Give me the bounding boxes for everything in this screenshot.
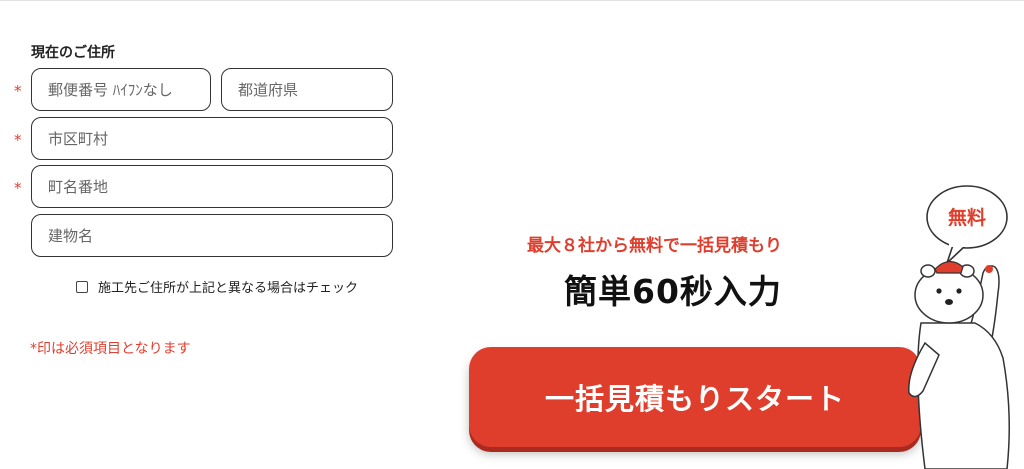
prefecture-input[interactable] [221, 68, 393, 111]
polar-bear-mascot: 無料 [908, 185, 1010, 469]
city-input[interactable] [31, 117, 393, 160]
postal-code-input[interactable] [31, 68, 211, 111]
street-input[interactable] [31, 165, 393, 208]
promo-headline: 簡単60秒入力 [564, 272, 782, 311]
promo-subline: 最大８社から無料で一括見積もり [527, 236, 782, 256]
different-site-checkbox[interactable] [76, 280, 88, 293]
different-site-row[interactable]: 施工先ご住所が上記と異なる場合はチェック [76, 277, 358, 296]
required-note: *印は必須項目となります [30, 341, 191, 357]
different-site-label[interactable]: 施工先ご住所が上記と異なる場合はチェック [98, 277, 358, 296]
start-estimate-button[interactable]: 一括見積もりスタート [469, 347, 921, 447]
required-mark: * [14, 131, 22, 149]
required-mark: * [14, 82, 22, 100]
speech-bubble: 無料 [926, 185, 1008, 264]
building-input[interactable] [31, 214, 393, 257]
free-badge-text: 無料 [948, 206, 986, 229]
section-title: 現在のご住所 [31, 45, 115, 61]
top-divider [0, 0, 1024, 1]
required-mark: * [14, 179, 22, 197]
